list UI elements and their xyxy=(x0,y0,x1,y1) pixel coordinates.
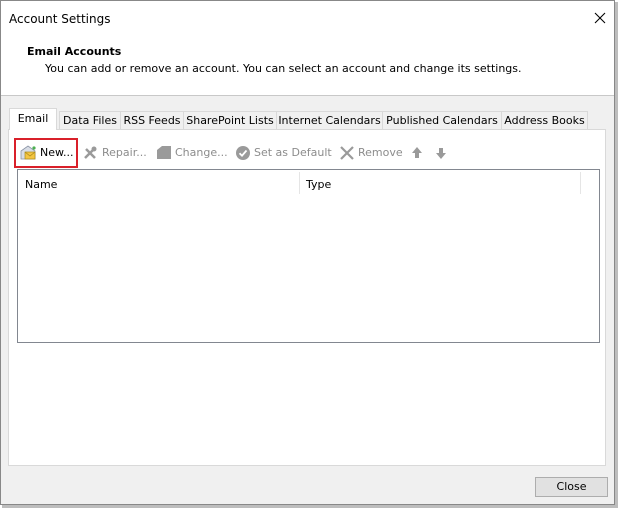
column-header-name[interactable]: Name xyxy=(25,178,57,191)
tab-email[interactable]: Email xyxy=(9,108,57,130)
tab-rss-feeds[interactable]: RSS Feeds xyxy=(120,111,184,129)
tab-published-calendars[interactable]: Published Calendars xyxy=(382,111,502,129)
repair-tools-icon xyxy=(84,146,97,159)
column-header-type[interactable]: Type xyxy=(306,178,331,191)
header-description: You can add or remove an account. You ca… xyxy=(45,62,522,75)
set-as-default-button[interactable]: Set as Default xyxy=(235,142,332,164)
close-button[interactable]: Close xyxy=(535,477,608,497)
tab-internet-calendars[interactable]: Internet Calendars xyxy=(276,111,383,129)
change-label: Change... xyxy=(175,146,228,159)
remove-label: Remove xyxy=(358,146,403,159)
tab-address-books[interactable]: Address Books xyxy=(501,111,588,129)
header-title: Email Accounts xyxy=(27,45,122,58)
new-button-highlight xyxy=(14,138,78,168)
repair-button[interactable]: Repair... xyxy=(83,142,147,164)
close-icon[interactable] xyxy=(591,9,609,27)
repair-label: Repair... xyxy=(102,146,147,159)
move-down-button[interactable] xyxy=(435,142,447,164)
move-up-button[interactable] xyxy=(411,142,423,164)
tab-sharepoint-lists[interactable]: SharePoint Lists xyxy=(183,111,277,129)
change-button[interactable]: Change... xyxy=(156,142,228,164)
account-settings-dialog: Account Settings Email Accounts You can … xyxy=(0,0,615,505)
dialog-header: Email Accounts You can add or remove an … xyxy=(1,37,614,96)
set-as-default-label: Set as Default xyxy=(254,146,332,159)
remove-button[interactable]: Remove xyxy=(339,142,403,164)
accounts-list[interactable]: Name Type xyxy=(17,169,600,343)
window-title: Account Settings xyxy=(9,12,111,26)
checkmark-circle-icon xyxy=(236,146,250,160)
column-divider[interactable] xyxy=(299,172,300,194)
arrow-up-icon xyxy=(412,147,422,158)
remove-x-icon xyxy=(340,146,354,160)
arrow-down-icon xyxy=(436,148,446,159)
tab-data-files[interactable]: Data Files xyxy=(59,111,121,129)
title-bar: Account Settings xyxy=(1,1,614,37)
change-icon xyxy=(157,146,171,159)
column-divider[interactable] xyxy=(580,172,581,194)
